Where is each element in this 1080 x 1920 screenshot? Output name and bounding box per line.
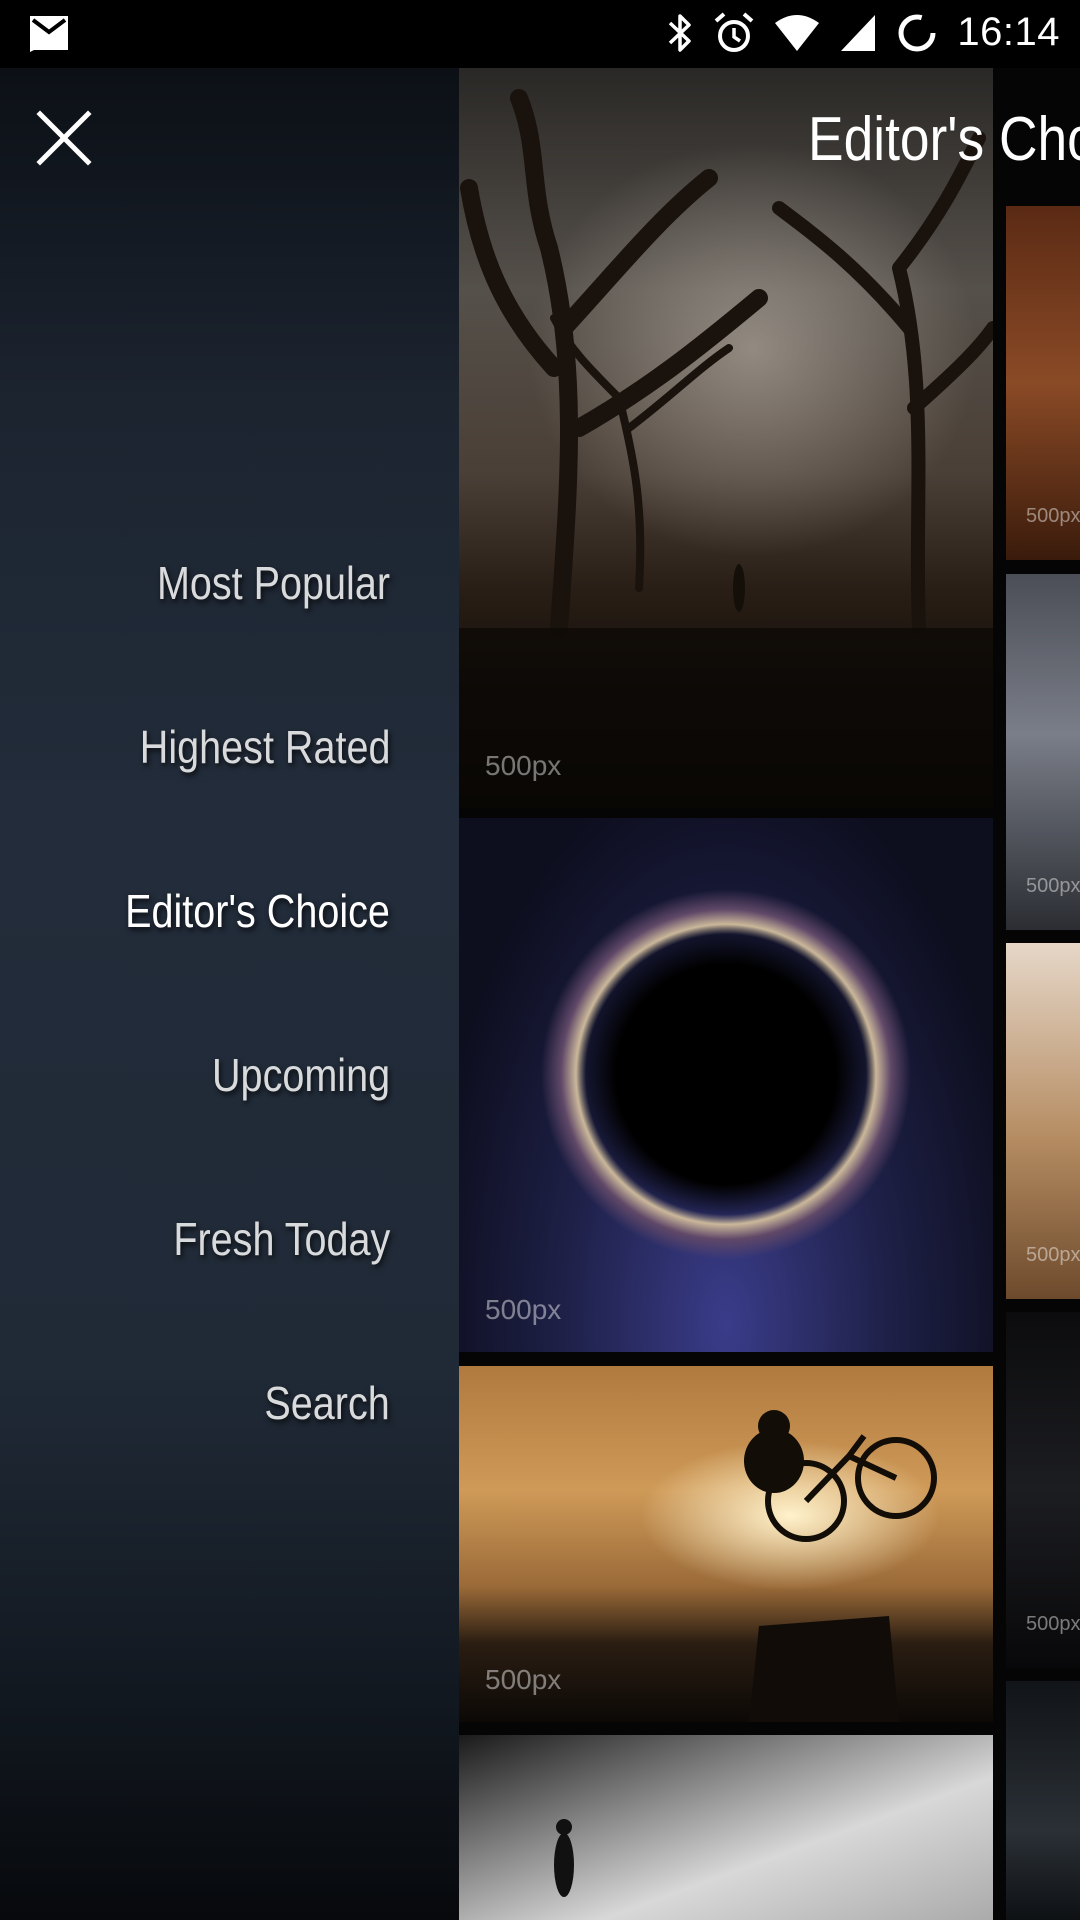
walker-silhouette (554, 1819, 574, 1897)
photo-feed: Editor's Cho 500px 500px 500px 500px 500… (459, 68, 1080, 1920)
alarm-icon (713, 11, 755, 55)
photo-tile[interactable]: 500px (459, 818, 993, 1352)
watermark-logo: 500px (1026, 1244, 1080, 1266)
watermark-logo: 500px (485, 750, 562, 781)
photo-tile[interactable]: 500px (1006, 574, 1080, 930)
menu-item-most-popular[interactable]: Most Popular (157, 556, 390, 610)
photo-tile[interactable]: 500px (1006, 206, 1080, 560)
watermark-logo: 500px (485, 1294, 562, 1325)
trees-silhouette (459, 89, 993, 808)
photo-tile[interactable] (1006, 1681, 1080, 1920)
photo-tile[interactable] (459, 1735, 993, 1920)
status-icons: 16:14 (665, 10, 1060, 55)
close-icon (36, 110, 92, 166)
cell-signal-icon (839, 13, 877, 53)
watermark-logo: 500px (485, 1664, 562, 1695)
menu-item-editors-choice[interactable]: Editor's Choice (125, 884, 390, 938)
clock-time: 16:14 (957, 10, 1060, 54)
menu-item-fresh-today[interactable]: Fresh Today (173, 1212, 390, 1266)
app-root: 16:14 Most Popular Highest Rated Editor'… (0, 0, 1080, 1920)
menu-item-search[interactable]: Search (265, 1376, 390, 1430)
photo-tile[interactable]: 500px (459, 1366, 993, 1722)
bluetooth-icon (665, 11, 695, 55)
menu-item-highest-rated[interactable]: Highest Rated (139, 720, 390, 774)
navigation-drawer: Most Popular Highest Rated Editor's Choi… (0, 68, 459, 1920)
photo-tile[interactable]: 500px (1006, 1312, 1080, 1668)
close-drawer-button[interactable] (30, 104, 98, 172)
status-bar: 16:14 (0, 0, 1080, 68)
watermark-logo: 500px (1026, 1613, 1080, 1635)
mail-icon (28, 14, 70, 52)
wifi-icon (773, 13, 821, 53)
page-title: Editor's Cho (808, 105, 1080, 174)
photo-tile[interactable]: 500px (459, 68, 993, 808)
watermark-logo: 500px (1026, 505, 1080, 527)
watermark-logo: 500px (1026, 875, 1080, 897)
photo-tile[interactable]: 500px (1006, 943, 1080, 1299)
menu-item-upcoming[interactable]: Upcoming (212, 1048, 390, 1102)
sync-icon (895, 11, 939, 55)
